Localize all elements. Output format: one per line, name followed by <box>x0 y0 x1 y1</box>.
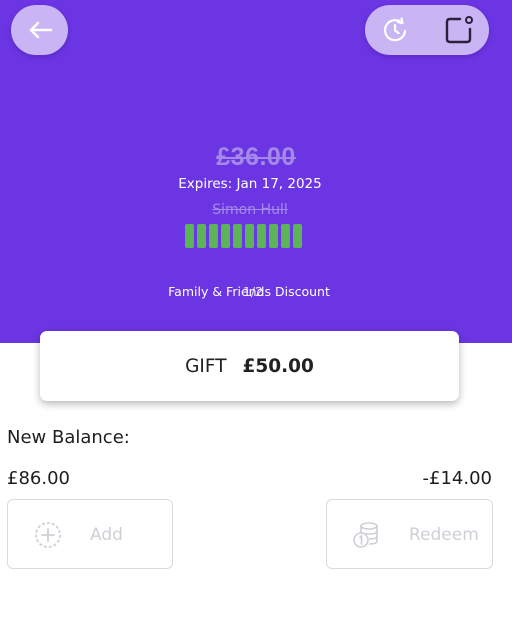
header-actions <box>365 5 489 55</box>
stamp-segment <box>293 224 302 248</box>
gift-value-card: GIFT £50.00 <box>40 331 459 401</box>
new-balance-heading: New Balance: <box>7 427 130 448</box>
stamp-progress <box>185 224 302 248</box>
card-owner-name: Simon Hull <box>212 202 288 218</box>
plus-circle-icon <box>35 522 61 548</box>
arrow-left-icon <box>29 21 52 39</box>
stamp-segment <box>221 224 230 248</box>
stamp-segment <box>233 224 242 248</box>
redeem-label: Redeem <box>409 525 479 545</box>
stamp-segment <box>245 224 254 248</box>
back-button[interactable] <box>11 5 68 55</box>
add-label: Add <box>90 525 123 545</box>
card-header-panel: £36.00 Expires: Jan 17, 2025 Simon Hull … <box>0 0 512 343</box>
new-balance-value: £86.00 <box>7 468 70 489</box>
open-external-button[interactable] <box>443 14 475 46</box>
history-button[interactable] <box>379 14 411 46</box>
stamp-segment <box>185 224 194 248</box>
refresh-clock-icon <box>383 17 407 42</box>
stamp-segment <box>257 224 266 248</box>
redeem-amount-value: -£14.00 <box>422 468 492 489</box>
gift-label: GIFT <box>185 355 227 377</box>
gift-amount: £50.00 <box>242 355 314 377</box>
stamp-segment <box>281 224 290 248</box>
original-price: £36.00 <box>216 143 296 171</box>
redeem-button[interactable]: Redeem <box>326 499 493 569</box>
stamp-segment <box>209 224 218 248</box>
open-external-icon <box>445 16 473 44</box>
page-indicator: 1/2 <box>242 284 264 299</box>
coins-icon <box>353 522 378 548</box>
add-button[interactable]: Add <box>7 499 173 569</box>
stamp-segment <box>269 224 278 248</box>
expiry-date: Expires: Jan 17, 2025 <box>178 176 322 192</box>
stamp-segment <box>197 224 206 248</box>
